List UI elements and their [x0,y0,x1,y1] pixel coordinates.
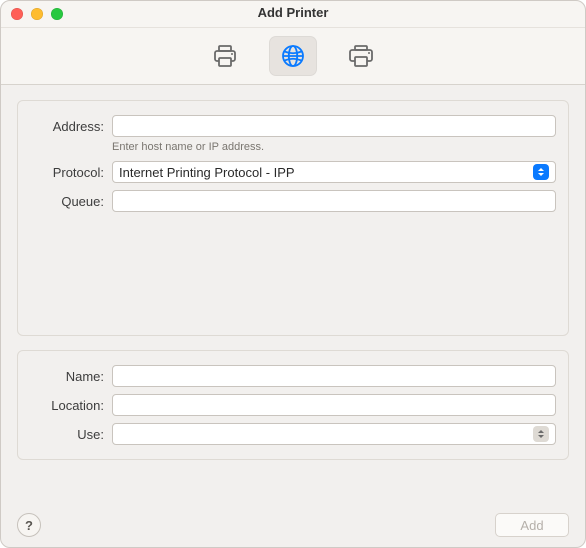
default-printer-tab[interactable] [201,36,249,76]
windows-printer-tab[interactable] [337,36,385,76]
select-stepper-icon [533,426,549,442]
name-input[interactable] [112,365,556,387]
footer: ? Add [17,513,569,537]
queue-input[interactable] [112,190,556,212]
help-button[interactable]: ? [17,513,41,537]
description-panel: Name: Location: Use: [17,350,569,460]
protocol-select[interactable]: Internet Printing Protocol - IPP [112,161,556,183]
select-stepper-icon [533,164,549,180]
content-area: Address: Enter host name or IP address. … [1,84,585,547]
big-printer-icon [347,44,375,68]
toolbar-segment [201,36,385,76]
location-label: Location: [30,398,112,413]
titlebar: Add Printer [1,1,585,28]
help-icon: ? [25,518,33,533]
use-label: Use: [30,427,112,442]
protocol-label: Protocol: [30,165,112,180]
ip-printer-tab[interactable] [269,36,317,76]
queue-label: Queue: [30,194,112,209]
connection-panel: Address: Enter host name or IP address. … [17,100,569,336]
globe-icon [280,43,306,69]
window-title: Add Printer [1,5,585,20]
address-hint: Enter host name or IP address. [112,141,556,153]
location-input[interactable] [112,394,556,416]
add-button-label: Add [520,518,543,533]
address-label: Address: [30,119,112,134]
use-select[interactable] [112,423,556,445]
add-button[interactable]: Add [495,513,569,537]
printer-icon [212,44,238,68]
toolbar [1,28,585,85]
address-input[interactable] [112,115,556,137]
add-printer-window: Add Printer [0,0,586,548]
name-label: Name: [30,369,112,384]
protocol-value: Internet Printing Protocol - IPP [119,165,295,180]
